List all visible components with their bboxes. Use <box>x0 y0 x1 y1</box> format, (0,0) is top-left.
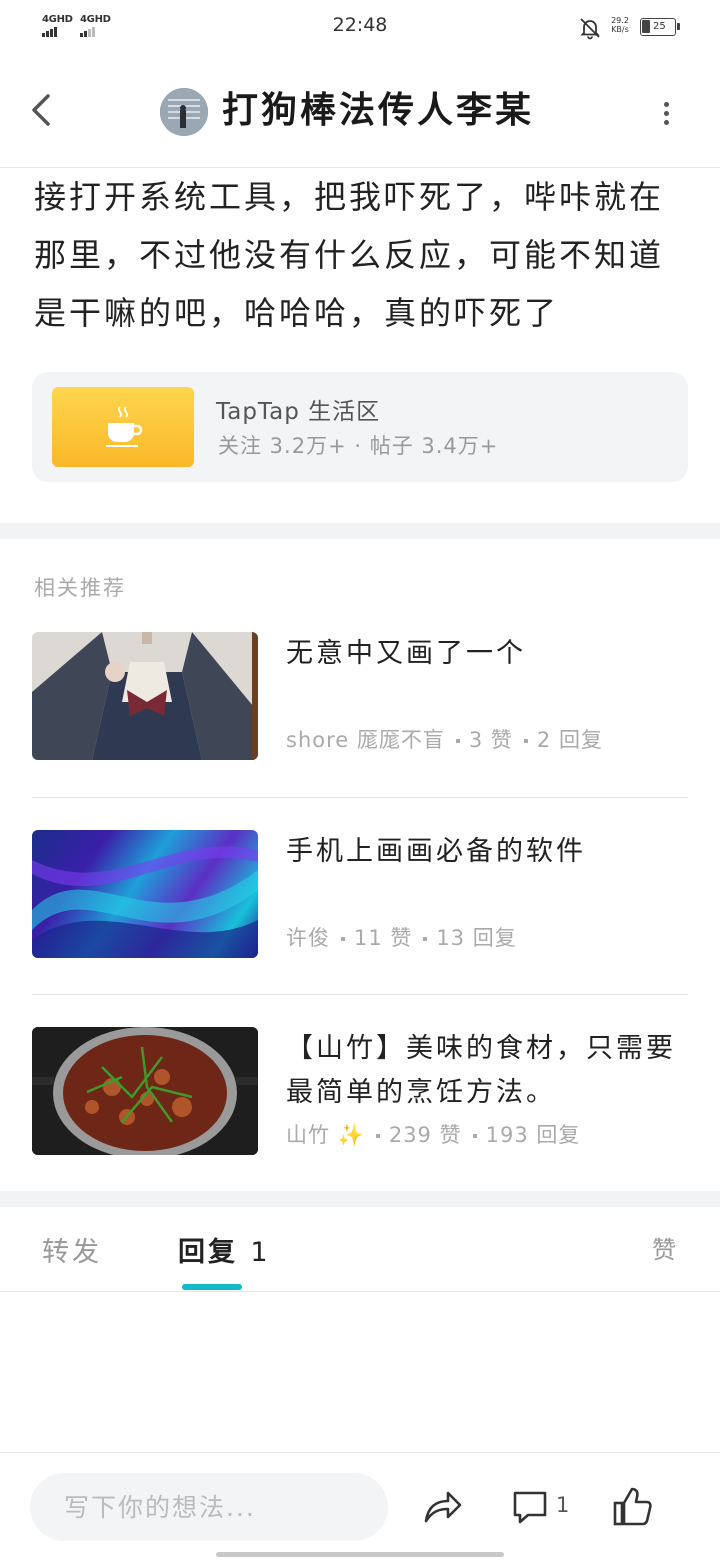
post-meta: 山竹 ✨ 239 赞 193 回复 <box>286 1119 580 1149</box>
post-thumbnail <box>32 830 258 958</box>
thumbs-up-icon[interactable] <box>610 1485 654 1529</box>
forum-card[interactable]: TapTap 生活区 关注 3.2万+ · 帖子 3.4万+ <box>32 372 688 482</box>
more-options-icon[interactable] <box>656 98 676 128</box>
bell-off-icon <box>580 18 600 40</box>
post-meta: shore 厖厖不盲 3 赞 2 回复 <box>286 724 603 754</box>
post-title: 【山竹】美味的食材，只需要最简单的烹饪方法。 <box>286 1033 676 1108</box>
post-body-text: 接打开系统工具，把我吓死了，哔咔就在那里，不过他没有什么反应，可能不知道是干嘛的… <box>34 178 665 332</box>
home-indicator[interactable] <box>216 1552 504 1557</box>
coffee-cup-icon <box>52 387 194 467</box>
post-author: 山竹 ✨ <box>286 1123 365 1147</box>
tab-reply-label: 回复 <box>178 1237 238 1268</box>
section-divider <box>0 1191 720 1207</box>
tab-reply-count: 1 <box>250 1237 271 1268</box>
section-divider <box>0 523 720 539</box>
battery-icon: 25 <box>640 18 680 36</box>
forum-name: TapTap 生活区 <box>216 399 381 425</box>
forum-stats: 关注 3.2万+ · 帖子 3.4万+ <box>218 434 499 458</box>
post-likes: 3 赞 <box>468 728 513 752</box>
back-arrow-icon[interactable] <box>22 90 62 130</box>
post-replies: 13 回复 <box>436 926 517 950</box>
post-likes: 11 赞 <box>354 926 413 950</box>
status-bar: 4GHD 4GHD 22:48 29.2 KB/s 25 <box>0 0 720 52</box>
author-avatar[interactable] <box>160 88 208 136</box>
post-title: 无意中又画了一个 <box>286 638 526 669</box>
recommend-item[interactable]: 【山竹】美味的食材，只需要最简单的烹饪方法。 山竹 ✨ 239 赞 193 回复 <box>32 1027 688 1155</box>
network-speed-unit: KB/s <box>611 25 629 34</box>
comment-icon[interactable] <box>510 1485 550 1529</box>
battery-level: 25 <box>653 21 666 32</box>
comment-input[interactable] <box>30 1473 388 1541</box>
network-speed: 29.2 KB/s <box>610 16 630 34</box>
list-divider <box>32 797 688 798</box>
avatar-image <box>160 88 208 136</box>
author-name[interactable]: 打狗棒法传人李某 <box>222 88 534 134</box>
post-title: 手机上画画必备的软件 <box>286 836 586 867</box>
tab-reply[interactable]: 回复 1 <box>178 1230 271 1269</box>
recommend-item[interactable]: 无意中又画了一个 shore 厖厖不盲 3 赞 2 回复 <box>32 632 688 760</box>
post-author: shore 厖厖不盲 <box>286 728 445 752</box>
share-icon[interactable] <box>420 1485 464 1529</box>
list-divider <box>32 994 688 995</box>
post-replies: 2 回复 <box>536 728 603 752</box>
bottom-action-bar: 1 <box>0 1452 720 1560</box>
tab-like[interactable]: 赞 <box>652 1230 679 1265</box>
post-thumbnail <box>32 632 258 760</box>
post-author: 许俊 <box>286 926 330 950</box>
post-replies: 193 回复 <box>485 1123 581 1147</box>
recommend-header: 相关推荐 <box>34 576 126 600</box>
network-speed-value: 29.2 <box>611 16 629 25</box>
post-likes: 239 赞 <box>388 1123 462 1147</box>
reply-count: 1 <box>556 1493 570 1517</box>
post-thumbnail <box>32 1027 258 1155</box>
recommend-item[interactable]: 手机上画画必备的软件 许俊 11 赞 13 回复 <box>32 830 688 958</box>
interaction-tabs: 转发 回复 1 赞 <box>0 1208 720 1292</box>
tab-repost[interactable]: 转发 <box>42 1230 102 1269</box>
post-meta: 许俊 11 赞 13 回复 <box>286 922 517 952</box>
active-tab-indicator <box>182 1284 242 1290</box>
top-nav-bar: 打狗棒法传人李某 <box>0 52 720 168</box>
